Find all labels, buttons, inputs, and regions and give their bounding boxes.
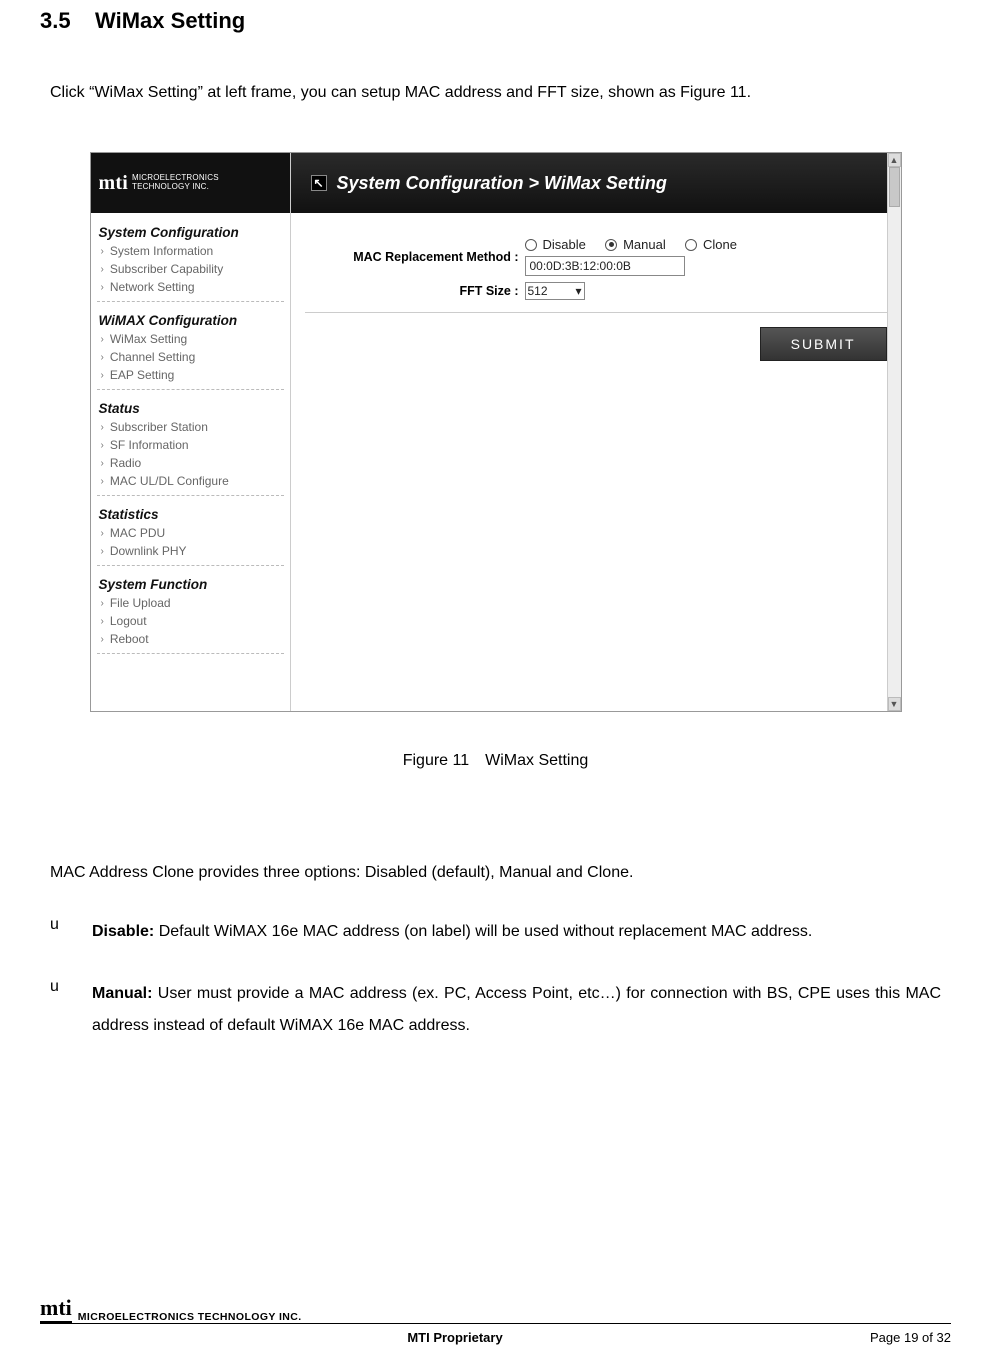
section-heading: 3.5 WiMax Setting bbox=[40, 8, 951, 34]
scroll-down-icon[interactable]: ▼ bbox=[888, 697, 901, 711]
nav-item-downlink-phy[interactable]: ›Downlink PHY bbox=[97, 542, 284, 560]
radio-disable-label: Disable bbox=[543, 237, 586, 252]
chevron-icon: › bbox=[101, 352, 104, 363]
footer-center: MTI Proprietary bbox=[407, 1330, 502, 1345]
bullet-marker: u bbox=[50, 916, 64, 948]
scroll-up-icon[interactable]: ▲ bbox=[888, 153, 901, 167]
footer-company: MICROELECTRONICS TECHNOLOGY INC. bbox=[78, 1311, 302, 1323]
radio-manual-label: Manual bbox=[623, 237, 666, 252]
section-number: 3.5 bbox=[40, 8, 71, 33]
mac-method-label: MAC Replacement Method : bbox=[305, 250, 525, 264]
nav-item-eap-setting[interactable]: ›EAP Setting bbox=[97, 366, 284, 384]
fft-size-value: 512 bbox=[528, 284, 548, 298]
footer-logo-icon: mti bbox=[40, 1295, 72, 1323]
chevron-icon: › bbox=[101, 546, 104, 557]
nav-item-system-information[interactable]: ›System Information bbox=[97, 242, 284, 260]
chevron-icon: › bbox=[101, 264, 104, 275]
nav-item-logout[interactable]: ›Logout bbox=[97, 612, 284, 630]
fft-size-select[interactable]: 512 ▾ bbox=[525, 282, 585, 300]
nav-group-system-config: System Configuration bbox=[97, 219, 284, 242]
logo-line2: TECHNOLOGY INC. bbox=[132, 183, 219, 192]
bullet-manual: u Manual: User must provide a MAC addres… bbox=[50, 978, 941, 1042]
chevron-icon: › bbox=[101, 458, 104, 469]
nav-item-radio[interactable]: ›Radio bbox=[97, 454, 284, 472]
bullet-bold: Disable: bbox=[92, 923, 154, 940]
app-logo: mti MICROELECTRONICS TECHNOLOGY INC. bbox=[91, 153, 290, 213]
chevron-icon: › bbox=[101, 528, 104, 539]
nav-group-wimax-config: WiMAX Configuration bbox=[97, 307, 284, 330]
nav-item-mac-pdu[interactable]: ›MAC PDU bbox=[97, 524, 284, 542]
bullet-text: User must provide a MAC address (ex. PC,… bbox=[92, 985, 941, 1034]
radio-manual[interactable] bbox=[605, 239, 617, 251]
nav-item-network-setting[interactable]: ›Network Setting bbox=[97, 278, 284, 296]
chevron-icon: › bbox=[101, 476, 104, 487]
page-footer: mti MICROELECTRONICS TECHNOLOGY INC. MTI… bbox=[40, 1295, 951, 1345]
radio-clone[interactable] bbox=[685, 239, 697, 251]
breadcrumb-icon: ↖ bbox=[311, 175, 327, 191]
chevron-icon: › bbox=[101, 634, 104, 645]
nav-item-sf-information[interactable]: ›SF Information bbox=[97, 436, 284, 454]
nav-item-subscriber-station[interactable]: ›Subscriber Station bbox=[97, 418, 284, 436]
nav-item-wimax-setting[interactable]: ›WiMax Setting bbox=[97, 330, 284, 348]
scrollbar[interactable]: ▲ ▼ bbox=[887, 153, 901, 711]
section-title: WiMax Setting bbox=[95, 8, 245, 33]
scroll-thumb[interactable] bbox=[889, 167, 900, 207]
intro-paragraph: Click “WiMax Setting” at left frame, you… bbox=[50, 84, 951, 102]
bullet-marker: u bbox=[50, 978, 64, 1042]
figure-caption: Figure 11 WiMax Setting bbox=[40, 752, 951, 770]
chevron-icon: › bbox=[101, 282, 104, 293]
bullet-disable: u Disable: Default WiMAX 16e MAC address… bbox=[50, 916, 941, 948]
app-main: ↖ System Configuration > WiMax Setting M… bbox=[291, 153, 901, 711]
chevron-icon: › bbox=[101, 370, 104, 381]
nav-item-mac-uldl-configure[interactable]: ›MAC UL/DL Configure bbox=[97, 472, 284, 490]
app-sidebar: mti MICROELECTRONICS TECHNOLOGY INC. Sys… bbox=[91, 153, 291, 711]
submit-button[interactable]: SUBMIT bbox=[760, 327, 887, 361]
fft-size-label: FFT Size : bbox=[305, 284, 525, 298]
radio-clone-label: Clone bbox=[703, 237, 737, 252]
nav: System Configuration ›System Information… bbox=[91, 213, 290, 671]
chevron-icon: › bbox=[101, 334, 104, 345]
breadcrumb-text: System Configuration > WiMax Setting bbox=[337, 173, 667, 194]
chevron-icon: › bbox=[101, 598, 104, 609]
chevron-down-icon: ▾ bbox=[575, 284, 581, 298]
nav-group-statistics: Statistics bbox=[97, 501, 284, 524]
breadcrumb-bar: ↖ System Configuration > WiMax Setting bbox=[291, 153, 901, 213]
logo-mark-icon: mti bbox=[99, 173, 128, 193]
chevron-icon: › bbox=[101, 246, 104, 257]
nav-group-status: Status bbox=[97, 395, 284, 418]
footer-page: Page 19 of 32 bbox=[870, 1330, 951, 1345]
nav-item-reboot[interactable]: ›Reboot bbox=[97, 630, 284, 648]
figure-screenshot: mti MICROELECTRONICS TECHNOLOGY INC. Sys… bbox=[90, 152, 902, 712]
bullet-bold: Manual: bbox=[92, 985, 152, 1002]
chevron-icon: › bbox=[101, 616, 104, 627]
bullet-text: Default WiMAX 16e MAC address (on label)… bbox=[154, 923, 812, 940]
chevron-icon: › bbox=[101, 422, 104, 433]
nav-group-system-function: System Function bbox=[97, 571, 284, 594]
nav-item-channel-setting[interactable]: ›Channel Setting bbox=[97, 348, 284, 366]
nav-item-file-upload[interactable]: ›File Upload bbox=[97, 594, 284, 612]
body-paragraph: MAC Address Clone provides three options… bbox=[50, 860, 941, 886]
mac-address-input[interactable]: 00:0D:3B:12:00:0B bbox=[525, 256, 685, 276]
nav-item-subscriber-capability[interactable]: ›Subscriber Capability bbox=[97, 260, 284, 278]
chevron-icon: › bbox=[101, 440, 104, 451]
radio-disable[interactable] bbox=[525, 239, 537, 251]
